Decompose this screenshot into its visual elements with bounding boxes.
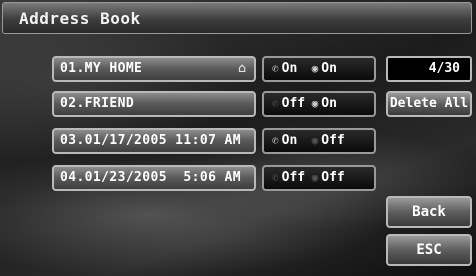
phone-icon: ✆ — [272, 62, 279, 75]
esc-button[interactable]: ESC — [386, 234, 472, 266]
entry-label: 02.FRIEND — [60, 96, 135, 111]
entry-label: 04.01/23/2005 5:06 AM — [60, 170, 241, 185]
alarm-status: Off — [321, 133, 345, 148]
alarm-icon: ◉ — [311, 134, 319, 147]
phone-icon: ✆ — [272, 97, 279, 110]
tel-status: On — [281, 61, 298, 76]
alarm-icon: ◉ — [311, 97, 319, 110]
address-book-screen: Address Book 01.MY HOME ⌂ ✆ On ◉ On 02.FRIE… — [0, 0, 476, 276]
delete-all-button[interactable]: Delete All — [386, 91, 472, 117]
entry-label: 03.01/17/2005 11:07 AM — [60, 133, 241, 148]
alarm-icon: ◉ — [311, 171, 319, 184]
entry-3-status[interactable]: ✆ On ◉ Off — [262, 128, 376, 154]
tel-status: Off — [281, 96, 306, 111]
back-button[interactable]: Back — [386, 196, 472, 228]
entry-label: 01.MY HOME — [60, 61, 143, 76]
address-entry-2[interactable]: 02.FRIEND — [52, 91, 256, 117]
entry-1-status[interactable]: ✆ On ◉ On — [262, 56, 376, 82]
phone-icon: ✆ — [272, 134, 279, 147]
title-bar: Address Book — [2, 2, 472, 34]
alarm-status: On — [321, 61, 337, 76]
alarm-icon: ◉ — [311, 62, 319, 75]
address-entry-4[interactable]: 04.01/23/2005 5:06 AM — [52, 165, 256, 191]
page-title: Address Book — [19, 9, 141, 28]
page-counter: 4/30 — [386, 56, 472, 82]
alarm-status: Off — [321, 170, 345, 185]
address-entry-3[interactable]: 03.01/17/2005 11:07 AM — [52, 128, 256, 154]
entry-4-status[interactable]: ✆ Off ◉ Off — [262, 165, 376, 191]
alarm-status: On — [321, 96, 337, 111]
home-icon: ⌂ — [238, 61, 246, 76]
phone-icon: ✆ — [272, 171, 279, 184]
entry-2-status[interactable]: ✆ Off ◉ On — [262, 91, 376, 117]
address-entry-1[interactable]: 01.MY HOME ⌂ — [52, 56, 256, 82]
tel-status: Off — [281, 170, 306, 185]
tel-status: On — [281, 133, 298, 148]
